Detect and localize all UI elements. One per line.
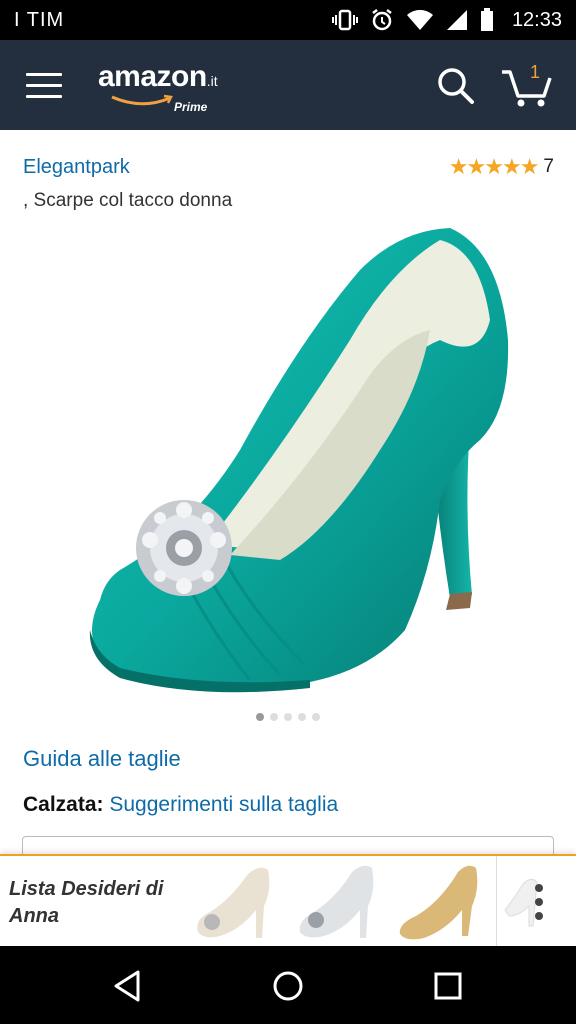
- signal-icon: [446, 10, 467, 30]
- home-button[interactable]: [268, 966, 308, 1006]
- white-shoe-image: [299, 865, 374, 938]
- wishlist-bar: Lista Desideri di Anna: [0, 854, 576, 948]
- star-rating: ★★★★★: [448, 154, 540, 179]
- carousel-dot[interactable]: [256, 713, 264, 721]
- carrier-name: I TIM: [14, 8, 65, 31]
- alarm-icon: [372, 9, 392, 31]
- app-header: [0, 40, 576, 130]
- more-dot: [535, 898, 543, 906]
- amazon-logo[interactable]: amazon.it Prime: [98, 60, 218, 114]
- carousel-dot[interactable]: [284, 713, 292, 721]
- android-nav-bar: [0, 946, 576, 1024]
- search-button[interactable]: [436, 66, 476, 106]
- carousel-dot[interactable]: [312, 713, 320, 721]
- search-icon: [438, 68, 474, 104]
- menu-button[interactable]: [26, 73, 62, 99]
- teal-pump-shoe-image: [89, 228, 509, 693]
- rating-count: 7: [543, 156, 554, 177]
- battery-icon: [480, 8, 493, 31]
- wishlist-more-button[interactable]: [496, 856, 576, 948]
- recents-button[interactable]: [428, 966, 468, 1006]
- rating[interactable]: ★★★★★ 7: [449, 154, 554, 180]
- wishlist-thumb-gold-shoe[interactable]: [396, 860, 486, 944]
- fit-row: Calzata: Suggerimenti sulla taglia: [23, 793, 338, 817]
- size-tips-link[interactable]: Suggerimenti sulla taglia: [109, 793, 338, 816]
- home-circle-icon: [273, 971, 303, 1001]
- logo-word: amazon: [98, 60, 207, 93]
- brand-link[interactable]: Elegantpark: [23, 156, 130, 179]
- product-image[interactable]: [60, 210, 530, 710]
- logo-prime: Prime: [174, 100, 208, 114]
- cart-icon: [502, 70, 552, 107]
- carousel-dot[interactable]: [270, 713, 278, 721]
- wishlist-thumb-ivory-shoe[interactable]: [190, 860, 280, 944]
- fit-label: Calzata:: [23, 793, 104, 816]
- status-bar: I TIM 12:33: [0, 0, 576, 40]
- clock: 12:33: [511, 8, 562, 31]
- hamburger-icon: [26, 73, 62, 76]
- product-subtitle: , Scarpe col tacco donna: [23, 190, 233, 211]
- brooch: [136, 500, 232, 596]
- wifi-icon: [406, 9, 433, 30]
- more-dot: [535, 884, 543, 892]
- carousel-dot[interactable]: [298, 713, 306, 721]
- cart-button[interactable]: 1: [500, 62, 556, 108]
- cart-count: 1: [530, 62, 541, 82]
- smile-arrow-icon: [111, 94, 173, 106]
- ivory-shoe-image: [197, 867, 270, 938]
- recents-square-icon: [434, 972, 462, 1000]
- vibrate-icon: [331, 9, 358, 31]
- gold-shoe-image: [399, 865, 478, 940]
- back-button[interactable]: [108, 966, 148, 1006]
- back-triangle-icon: [114, 970, 140, 1002]
- size-guide-link[interactable]: Guida alle taglie: [23, 746, 181, 772]
- more-dot: [535, 912, 543, 920]
- logo-tld: .it: [206, 73, 218, 89]
- image-carousel-dots: [256, 713, 320, 721]
- wishlist-thumb-white-shoe[interactable]: [294, 860, 384, 944]
- wishlist-title[interactable]: Lista Desideri di Anna: [9, 876, 189, 930]
